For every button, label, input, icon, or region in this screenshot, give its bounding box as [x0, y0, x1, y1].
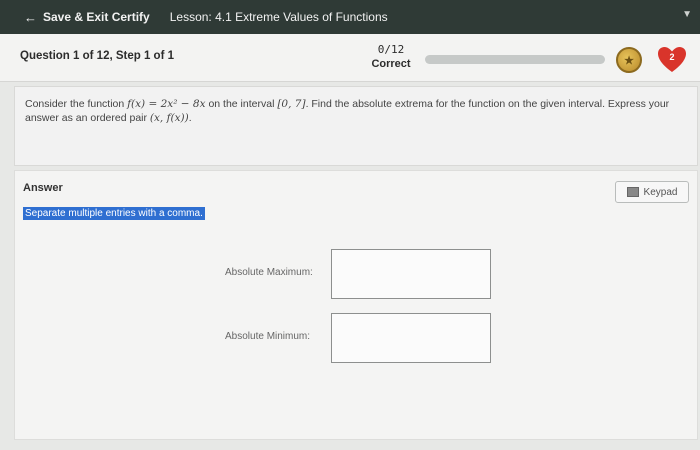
coin-icon: ★ — [616, 47, 642, 73]
keypad-button[interactable]: Keypad — [615, 181, 689, 203]
question-panel: Consider the function f(x) = 2x² − 8x on… — [14, 86, 698, 166]
top-bar: ← Save & Exit Certify Lesson: 4.1 Extrem… — [0, 0, 700, 34]
question-text: Consider the function f(x) = 2x² − 8x on… — [25, 98, 670, 124]
heart-icon: 2 — [657, 45, 687, 75]
absolute-minimum-label: Absolute Minimum: — [225, 331, 311, 342]
entry-hint: Separate multiple entries with a comma. — [23, 207, 205, 220]
absolute-maximum-row: Absolute Maximum: — [225, 249, 495, 299]
question-header: Question 1 of 12, Step 1 of 1 0/12 Corre… — [0, 34, 700, 82]
save-exit-label: Save & Exit Certify — [43, 10, 150, 24]
progress-bar — [425, 55, 605, 64]
function-expression: f(x) = 2x² − 8x — [127, 98, 206, 110]
save-exit-button[interactable]: ← Save & Exit Certify — [0, 10, 150, 25]
interval-expression: [0, 7] — [277, 98, 306, 110]
absolute-maximum-label: Absolute Maximum: — [225, 267, 313, 278]
score-label: Correct — [371, 58, 411, 70]
absolute-minimum-input[interactable] — [331, 313, 491, 363]
score-fraction: 0/12 — [377, 43, 405, 56]
lesson-title: Lesson: 4.1 Extreme Values of Functions — [169, 10, 388, 24]
answer-label: Answer — [23, 182, 63, 194]
absolute-maximum-input[interactable] — [331, 249, 491, 299]
keypad-icon — [626, 187, 639, 197]
score-display: 0/12 Correct — [367, 42, 415, 72]
hearts-count: 2 — [669, 52, 675, 62]
ordered-pair-expression: (x, f(x)) — [149, 112, 189, 124]
back-arrow-icon: ← — [24, 9, 37, 25]
keypad-label: Keypad — [643, 186, 678, 198]
absolute-minimum-row: Absolute Minimum: — [225, 313, 495, 363]
question-title: Question 1 of 12, Step 1 of 1 — [20, 50, 175, 62]
chevron-down-icon[interactable]: ▼ — [682, 9, 692, 20]
answer-panel: Answer Keypad Separate multiple entries … — [14, 170, 698, 440]
